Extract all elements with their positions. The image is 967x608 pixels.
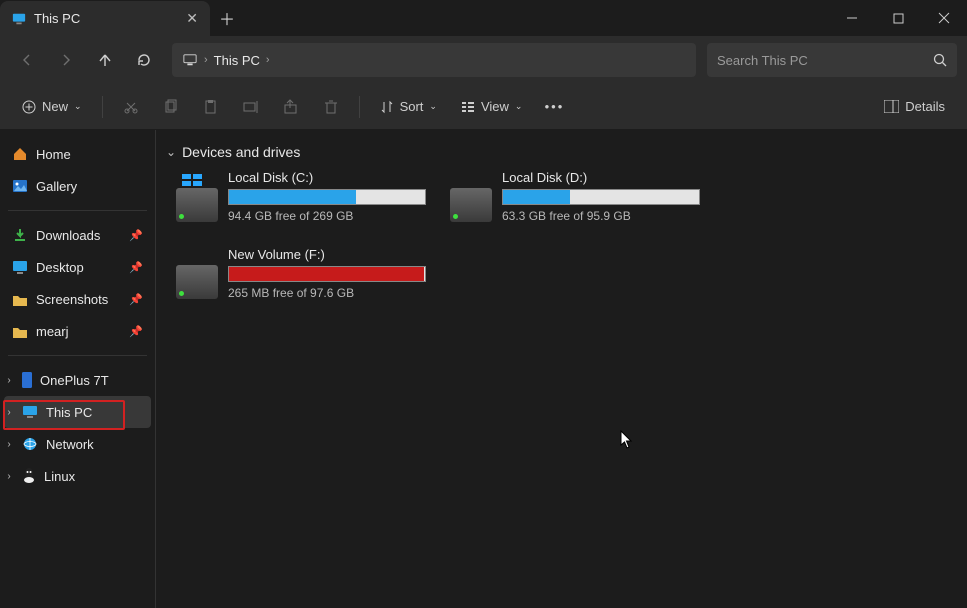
up-button[interactable]	[88, 43, 122, 77]
network-icon	[22, 436, 38, 452]
drive-usage-bar	[502, 189, 700, 205]
tab-this-pc[interactable]: This PC ✕	[0, 1, 210, 36]
cut-button[interactable]	[113, 90, 149, 124]
forward-button[interactable]	[49, 43, 83, 77]
sort-button[interactable]: Sort ⌄	[370, 90, 447, 124]
drive-item[interactable]: New Volume (F:) 265 MB free of 97.6 GB	[176, 247, 426, 300]
drive-free-text: 94.4 GB free of 269 GB	[228, 209, 426, 223]
linux-icon	[22, 468, 36, 484]
home-icon	[12, 146, 28, 162]
drive-icon	[176, 265, 218, 299]
drive-usage-bar	[228, 266, 426, 282]
chevron-right-icon[interactable]: ›	[2, 439, 16, 450]
separator	[102, 96, 103, 118]
search-input[interactable]: Search This PC	[707, 43, 957, 77]
chevron-down-icon: ⌄	[74, 101, 82, 112]
drive-icon	[176, 188, 218, 222]
chevron-right-icon[interactable]: ›	[2, 407, 16, 418]
desktop-icon	[12, 260, 28, 274]
view-button[interactable]: View ⌄	[451, 90, 533, 124]
chevron-right-icon[interactable]: ›	[266, 54, 270, 66]
download-icon	[12, 227, 28, 243]
section-header-devices[interactable]: ⌄ Devices and drives	[162, 144, 961, 160]
separator	[359, 96, 360, 118]
nav-bar: › This PC › Search This PC	[0, 36, 967, 84]
chevron-down-icon: ⌄	[515, 101, 523, 112]
sidebar: Home Gallery Downloads 📌 Desktop 📌	[0, 130, 156, 608]
sidebar-item-downloads[interactable]: Downloads 📌	[4, 219, 151, 251]
drive-item[interactable]: Local Disk (C:) 94.4 GB free of 269 GB	[176, 170, 426, 223]
sidebar-item-network[interactable]: › Network	[4, 428, 151, 460]
pin-icon[interactable]: 📌	[129, 293, 143, 306]
tab-title: This PC	[34, 11, 80, 26]
new-button[interactable]: New ⌄	[12, 90, 92, 124]
separator	[8, 210, 147, 211]
chevron-right-icon[interactable]: ›	[204, 54, 208, 66]
drive-name: Local Disk (D:)	[502, 170, 700, 185]
pin-icon[interactable]: 📌	[129, 325, 143, 338]
chevron-down-icon: ⌄	[166, 145, 176, 159]
new-tab-button[interactable]: ＋	[210, 0, 244, 36]
drive-icon	[450, 188, 492, 222]
monitor-icon	[12, 12, 26, 26]
pin-icon[interactable]: 📌	[129, 229, 143, 242]
drive-free-text: 63.3 GB free of 95.9 GB	[502, 209, 700, 223]
folder-icon	[12, 293, 28, 306]
pin-icon[interactable]: 📌	[129, 261, 143, 274]
refresh-button[interactable]	[127, 43, 161, 77]
gallery-icon	[12, 179, 28, 193]
copy-button[interactable]	[153, 90, 189, 124]
sidebar-item-home[interactable]: Home	[4, 138, 151, 170]
drive-name: New Volume (F:)	[228, 247, 426, 262]
drive-item[interactable]: Local Disk (D:) 63.3 GB free of 95.9 GB	[450, 170, 700, 223]
title-bar: This PC ✕ ＋	[0, 0, 967, 36]
details-button[interactable]: Details	[874, 90, 955, 124]
toolbar: New ⌄ Sort ⌄ View ⌄ ••• Details	[0, 84, 967, 130]
sidebar-item-screenshots[interactable]: Screenshots 📌	[4, 283, 151, 315]
ellipsis-icon: •••	[545, 99, 565, 114]
close-tab-icon[interactable]: ✕	[186, 10, 198, 27]
content-pane: ⌄ Devices and drives Local Disk (C:) 94.…	[156, 130, 967, 608]
maximize-button[interactable]	[875, 0, 921, 36]
close-window-button[interactable]	[921, 0, 967, 36]
sidebar-item-oneplus[interactable]: › OnePlus 7T	[4, 364, 151, 396]
sidebar-item-gallery[interactable]: Gallery	[4, 170, 151, 202]
address-bar[interactable]: › This PC ›	[172, 43, 696, 77]
sidebar-item-this-pc[interactable]: › This PC	[4, 396, 151, 428]
sidebar-item-linux[interactable]: › Linux	[4, 460, 151, 492]
sidebar-item-desktop[interactable]: Desktop 📌	[4, 251, 151, 283]
chevron-right-icon[interactable]: ›	[2, 375, 16, 386]
search-placeholder: Search This PC	[717, 53, 808, 68]
delete-button[interactable]	[313, 90, 349, 124]
rename-button[interactable]	[233, 90, 269, 124]
back-button[interactable]	[10, 43, 44, 77]
drive-free-text: 265 MB free of 97.6 GB	[228, 286, 426, 300]
drive-name: Local Disk (C:)	[228, 170, 426, 185]
folder-icon	[12, 325, 28, 338]
paste-button[interactable]	[193, 90, 229, 124]
minimize-button[interactable]	[829, 0, 875, 36]
breadcrumb-location[interactable]: This PC	[214, 53, 260, 68]
sidebar-item-mearj[interactable]: mearj 📌	[4, 315, 151, 347]
drive-usage-bar	[228, 189, 426, 205]
monitor-icon	[182, 53, 198, 67]
separator	[8, 355, 147, 356]
chevron-right-icon[interactable]: ›	[2, 471, 16, 482]
phone-icon	[22, 372, 32, 388]
search-icon	[933, 53, 947, 67]
more-button[interactable]: •••	[536, 90, 572, 124]
monitor-icon	[22, 405, 38, 419]
share-button[interactable]	[273, 90, 309, 124]
chevron-down-icon: ⌄	[429, 101, 437, 112]
